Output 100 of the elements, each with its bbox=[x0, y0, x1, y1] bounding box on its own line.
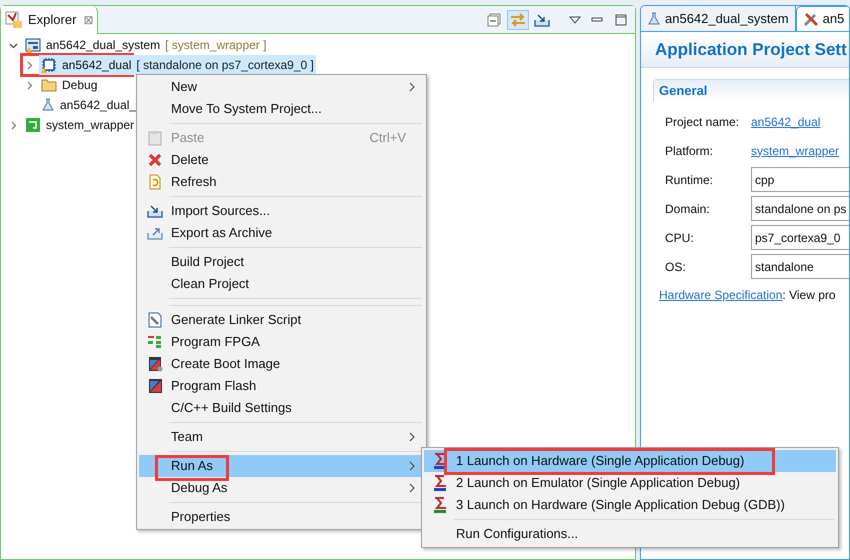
editor-tab[interactable]: an5 bbox=[796, 6, 849, 31]
menu-item[interactable]: Import Sources... bbox=[139, 200, 424, 222]
input-field[interactable]: ps7_cortexa9_0 bbox=[751, 225, 849, 250]
tree-item[interactable]: system_wrapper bbox=[23, 115, 136, 135]
minimize-icon[interactable] bbox=[591, 16, 603, 22]
menu-item-label: Program Flash bbox=[171, 377, 256, 396]
menu-item[interactable]: Create Boot Image bbox=[139, 353, 424, 375]
menu-item-label: Clean Project bbox=[171, 275, 250, 294]
menu-item-label: Program FPGA bbox=[171, 333, 260, 352]
menu-item[interactable]: Program Flash bbox=[139, 375, 424, 397]
menu-item[interactable]: Program FPGA bbox=[139, 331, 424, 353]
view-menu-icon[interactable] bbox=[569, 16, 581, 24]
clipboard-icon bbox=[148, 130, 162, 146]
menu-item-label: C/C++ Build Settings bbox=[171, 399, 292, 418]
menu-item[interactable]: Debug As bbox=[139, 477, 424, 499]
menu-item-label: Debug As bbox=[171, 479, 228, 498]
menu-item[interactable]: Build Project bbox=[139, 251, 424, 273]
menu-item[interactable]: 2 Launch on Emulator (Single Application Debug) bbox=[424, 472, 836, 494]
menu-item-label: Generate Linker Script bbox=[171, 311, 302, 330]
tree-item-suffix: [ standalone on ps7_cortexa9_0 ] bbox=[136, 57, 314, 74]
field-label: Project name: bbox=[665, 114, 740, 130]
menu-item[interactable]: 3 Launch on Hardware (Single Application Debug (GDB)) bbox=[424, 494, 836, 516]
chip-icon bbox=[41, 57, 57, 73]
delete-icon bbox=[148, 153, 162, 167]
field-label: Domain: bbox=[665, 200, 711, 218]
tree-item-label: an5642_dual_system bbox=[46, 37, 160, 54]
hardware-specification-link[interactable]: Hardware Specification bbox=[659, 286, 782, 304]
import-icon bbox=[147, 204, 163, 218]
boot-image-icon bbox=[148, 356, 162, 372]
editor-tab[interactable]: an5642_dual_system bbox=[641, 6, 796, 31]
tree-item[interactable]: an5642_dual_system [ system_wrapper ] bbox=[23, 35, 268, 55]
tree-item-label: an5642_dual bbox=[62, 57, 132, 74]
tree-item-suffix: [ system_wrapper ] bbox=[165, 37, 266, 54]
menu-item[interactable]: 1 Launch on Hardware (Single Application Debug) bbox=[424, 450, 836, 472]
expand-chevron-icon[interactable] bbox=[8, 40, 18, 50]
folder-icon bbox=[41, 78, 57, 92]
hardware-specification-text: : View pro bbox=[782, 287, 836, 304]
menu-item-label: Team bbox=[171, 428, 203, 446]
input-field[interactable]: standalone bbox=[751, 254, 849, 279]
menu-item-label: Refresh bbox=[171, 173, 217, 192]
editor-tab-label: an5642_dual_system bbox=[665, 10, 789, 28]
link[interactable]: an5642_dual bbox=[751, 112, 820, 130]
shortcut-label: Ctrl+V bbox=[370, 129, 406, 148]
menu-item[interactable]: Move To System Project... bbox=[139, 98, 424, 120]
field-label: Platform: bbox=[665, 142, 714, 160]
field-label: CPU: bbox=[665, 230, 695, 246]
collapse-chevron-icon[interactable] bbox=[8, 120, 18, 130]
menu-item-label: Properties bbox=[171, 508, 230, 526]
tree-item[interactable]: an5642_dual [ standalone on ps7_cortexa9_0 ] bbox=[39, 55, 316, 75]
launch-tcf-icon bbox=[433, 452, 447, 470]
menu-item-label: Delete bbox=[171, 151, 209, 170]
link[interactable]: system_wrapper bbox=[751, 142, 840, 160]
refresh-icon bbox=[148, 174, 162, 190]
tree-item-label: system_wrapper bbox=[46, 117, 134, 134]
circuit-icon bbox=[147, 335, 163, 349]
collapse-chevron-icon[interactable] bbox=[24, 80, 34, 90]
tree-item[interactable]: an5642_dual_ bbox=[39, 95, 138, 115]
menu-item-label: New bbox=[171, 78, 198, 96]
menu-item[interactable]: Run Configurations... bbox=[424, 523, 836, 545]
export-icon bbox=[147, 226, 163, 240]
document-chain-icon bbox=[148, 312, 162, 328]
menu-item[interactable]: New bbox=[139, 76, 424, 98]
menu-item-label: Import Sources... bbox=[171, 202, 270, 220]
flash-memory-icon bbox=[148, 378, 162, 394]
menu-item-label: Build Project bbox=[171, 253, 244, 272]
editor-title: Application Project Sett bbox=[655, 38, 847, 61]
menu-item[interactable]: C/C++ Build Settings bbox=[139, 397, 424, 419]
launch-tcf-icon bbox=[433, 474, 447, 492]
menu-item[interactable]: Export as Archive bbox=[139, 222, 424, 244]
editor-tab-label: an5 bbox=[822, 10, 844, 28]
menu-item-label: Move To System Project... bbox=[171, 100, 322, 118]
menu-item[interactable]: Refresh bbox=[139, 171, 424, 193]
input-field[interactable]: standalone on ps bbox=[751, 196, 849, 221]
menu-item-label: 1 Launch on Hardware (Single Application Debug) bbox=[456, 452, 744, 470]
input-field[interactable]: cpp bbox=[751, 167, 849, 192]
menu-item[interactable]: Delete bbox=[139, 149, 424, 171]
field-label: OS: bbox=[665, 258, 687, 276]
tree-item-label: Debug bbox=[62, 77, 98, 94]
explorer-icon bbox=[5, 10, 23, 28]
tree-item-label: an5642_dual_ bbox=[60, 97, 136, 114]
menu-item[interactable]: Team bbox=[139, 426, 424, 448]
menu-item-label: 2 Launch on Emulator (Single Application Debug) bbox=[456, 474, 740, 492]
field-label: Runtime: bbox=[665, 172, 714, 188]
menu-item-label: Create Boot Image bbox=[171, 355, 280, 374]
menu-item[interactable]: Properties bbox=[139, 506, 424, 528]
menu-item-label: Export as Archive bbox=[171, 224, 272, 242]
explorer-tab-title: Explorer bbox=[28, 10, 76, 29]
menu-item[interactable]: Generate Linker Script bbox=[139, 309, 424, 331]
section-title: General bbox=[659, 82, 708, 100]
flask-icon bbox=[41, 98, 55, 112]
menu-item[interactable]: Clean Project bbox=[139, 273, 424, 295]
explorer-tab[interactable]: Explorer ⊠ bbox=[1, 6, 98, 34]
tree-item[interactable]: Debug bbox=[39, 75, 100, 95]
flask-icon bbox=[647, 12, 661, 26]
menu-item-label: Paste bbox=[171, 129, 204, 148]
maximize-icon[interactable] bbox=[615, 14, 627, 26]
close-button[interactable]: ⊠ bbox=[83, 10, 94, 28]
tools-icon bbox=[802, 11, 819, 27]
menu-item-label: Run As bbox=[171, 457, 213, 476]
collapse-chevron-icon[interactable] bbox=[24, 60, 34, 70]
